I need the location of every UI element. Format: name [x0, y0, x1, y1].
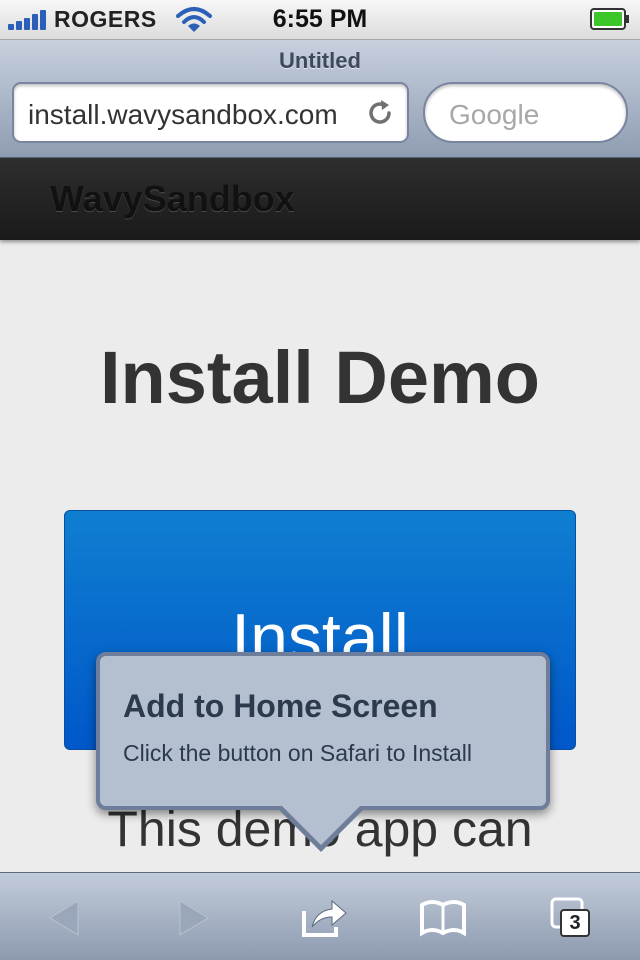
forward-icon[interactable]: [168, 893, 218, 943]
page-title: Untitled: [279, 48, 361, 73]
tabs-button[interactable]: 3: [546, 893, 596, 943]
site-brand-link[interactable]: WavySandbox: [50, 178, 295, 220]
popover-message: Click the button on Safari to Install: [123, 740, 473, 766]
status-time: 6:55 PM: [272, 5, 368, 33]
battery-icon: [590, 8, 629, 30]
bookmarks-icon[interactable]: [418, 893, 468, 943]
site-nav-bar: WavySandbox: [0, 158, 640, 240]
url-text[interactable]: install.wavysandbox.com: [28, 99, 363, 131]
popover-arrow-fill: [281, 805, 361, 845]
back-icon[interactable]: [40, 893, 90, 943]
browser-header: Untitled install.wavysandbox.com Google: [0, 40, 640, 158]
reload-icon[interactable]: [365, 98, 395, 128]
tab-count-badge: 3: [560, 909, 590, 937]
add-to-home-popover: Add to Home Screen Click the button on S…: [96, 652, 550, 810]
popover-title: Add to Home Screen: [123, 688, 438, 724]
search-placeholder: Google: [449, 99, 540, 130]
share-icon[interactable]: [298, 893, 348, 943]
status-bar: ROGERS 6:55 PM: [0, 0, 640, 40]
address-bar[interactable]: install.wavysandbox.com: [12, 82, 409, 143]
search-input[interactable]: Google: [423, 82, 628, 143]
browser-toolbar: 3: [0, 872, 640, 960]
page-heading: Install Demo: [100, 336, 540, 419]
